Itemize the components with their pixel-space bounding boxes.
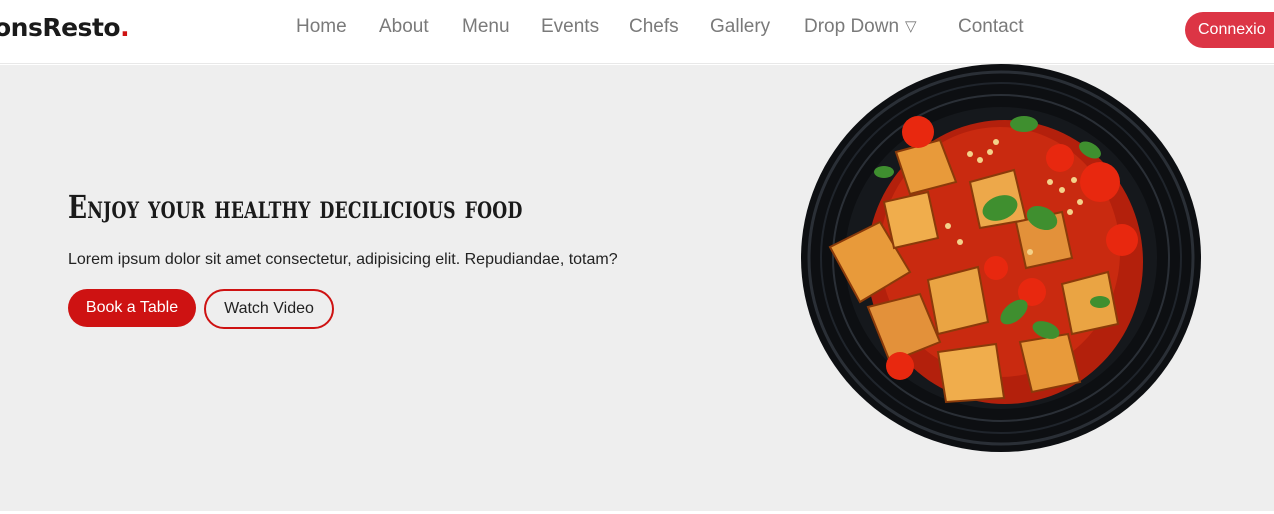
- logo-text: onsResto: [0, 13, 121, 42]
- hero-subtitle: Lorem ipsum dolor sit amet consectetur, …: [68, 251, 618, 268]
- book-table-button[interactable]: Book a Table: [68, 289, 196, 327]
- nav-menu[interactable]: Menu: [462, 16, 510, 38]
- hero-title: Enjoy your healthy decilicious food: [68, 188, 523, 226]
- logo[interactable]: onsResto.: [0, 13, 130, 42]
- nav-chefs[interactable]: Chefs: [629, 16, 679, 38]
- nav-home[interactable]: Home: [296, 16, 347, 38]
- nav-gallery[interactable]: Gallery: [710, 16, 770, 38]
- logo-dot: .: [120, 13, 130, 42]
- chevron-down-icon: ▽: [905, 18, 917, 35]
- watch-video-button[interactable]: Watch Video: [204, 289, 334, 329]
- nav-about[interactable]: About: [379, 16, 429, 38]
- nav-events[interactable]: Events: [541, 16, 599, 38]
- food-plate-image: [801, 64, 1201, 452]
- site-header: onsResto. Home About Menu Events Chefs G…: [0, 0, 1274, 64]
- nav-dropdown-label: Drop Down: [804, 16, 900, 37]
- nav-contact[interactable]: Contact: [958, 16, 1023, 38]
- hero-section: Enjoy your healthy decilicious food Lore…: [0, 64, 1274, 511]
- nav-dropdown[interactable]: Drop Down ▽: [804, 16, 917, 38]
- connexion-button[interactable]: Connexio: [1185, 12, 1274, 48]
